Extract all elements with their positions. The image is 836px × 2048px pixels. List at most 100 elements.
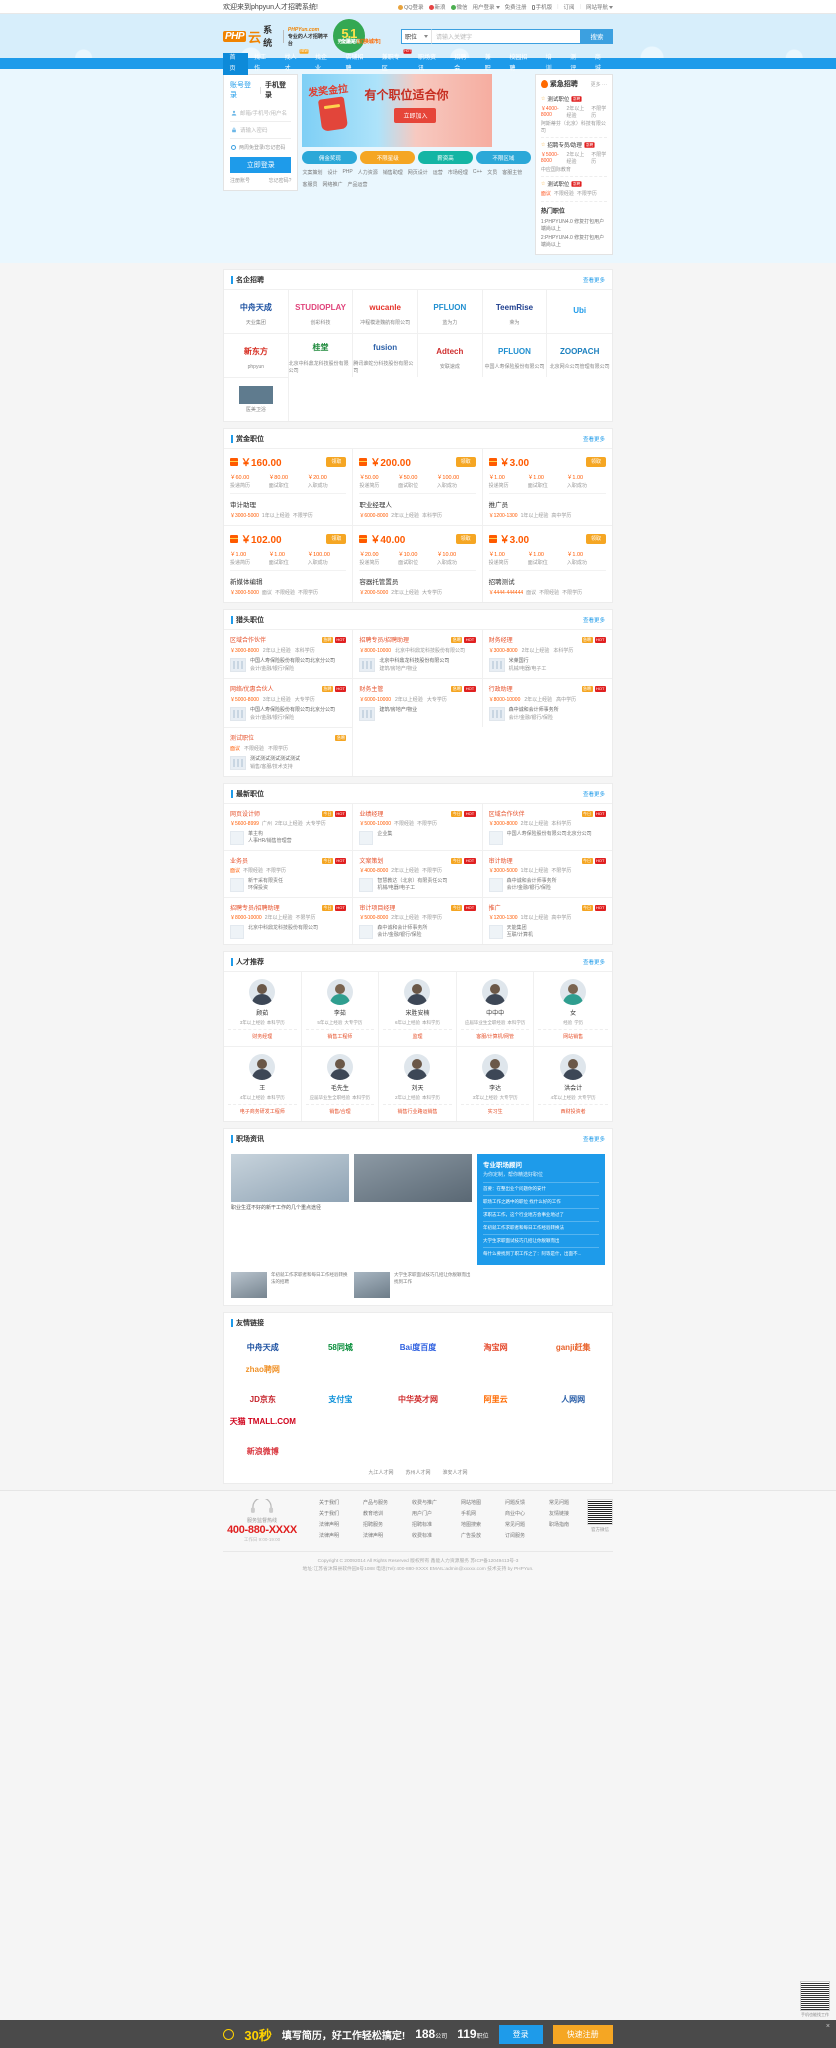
- bounty-card[interactable]: ￥3.00 领取 ￥1.00 投递简历 ￥1.00 面试职位 ￥1.00 入职成功 推广员 ￥12…: [482, 448, 612, 525]
- latest-job-card[interactable]: 审计项目经理 今日 HOT ￥5000-8000 2年以上经验 不限学历 森中诚和会计师事务…: [353, 897, 483, 944]
- section-more-link[interactable]: 查看更多: [583, 435, 605, 443]
- promo-login-button[interactable]: 登录: [498, 2024, 543, 2044]
- job-title[interactable]: 网络/优惠合伙人: [230, 684, 274, 693]
- footer-link[interactable]: 招聘服务: [363, 1521, 388, 1528]
- company-logo-cell[interactable]: Ubi: [547, 289, 612, 333]
- friend-link[interactable]: Bai度百度: [379, 1336, 457, 1358]
- latest-job-card[interactable]: 文案策划 今日 HOT ￥4000-8000 2年以上经验 不限学历 智慧教达（北京）有限责…: [353, 850, 483, 897]
- job-card[interactable]: 财务经理 急聘 HOT ￥3000-8000 2年以上经验 本科学历 米莱国行 机械/电器/电…: [482, 629, 612, 678]
- company-logo-cell[interactable]: fusion 腾讯谁蛇分科技股份有限公司: [353, 333, 418, 377]
- hero-category-9[interactable]: 文员: [487, 169, 497, 176]
- bounty-card[interactable]: ￥200.00 领取 ￥50.00 投递简历 ￥50.00 面试职位 ￥100.00 入职成功…: [353, 448, 483, 525]
- friend-link[interactable]: ganji赶集: [534, 1336, 612, 1358]
- job-card[interactable]: 测试职位 急聘 面议 不限经验 不限学历 测试测试测试测试测试 销售/客服/技术支持: [224, 727, 354, 776]
- company-logo-cell[interactable]: TeemRise 荣为: [482, 289, 548, 333]
- hero-category-1[interactable]: 设计: [327, 169, 337, 176]
- friend-text-link-1[interactable]: 苏州人才网: [405, 1469, 430, 1476]
- talent-card[interactable]: 顾茹 3年以上经验 本科学历 财务经理: [224, 971, 302, 1046]
- news-item[interactable]: 年初就工作求职者和每日工作经验转换法的招聘: [231, 1272, 349, 1298]
- footer-link[interactable]: 法律声明: [363, 1532, 388, 1539]
- promo-register-button[interactable]: 快速注册: [552, 2024, 613, 2044]
- top-link-wechat[interactable]: 微信: [450, 3, 468, 11]
- company-logo-cell[interactable]: 桂堂 北京中科鼎龙科技股份有限公司: [288, 333, 354, 377]
- top-link-sitemap[interactable]: 网站导航: [586, 3, 613, 11]
- job-card[interactable]: 财务主管 急聘 HOT ￥6000-10000 2年以上经验 大专学历 建筑/房地产/物业: [353, 678, 483, 727]
- hero-category-6[interactable]: 运营: [433, 169, 443, 176]
- company-logo-cell[interactable]: ZOOPACH 北京网众公司管理有限公司: [547, 333, 612, 377]
- footer-link[interactable]: 产品与服务: [363, 1499, 388, 1506]
- bounty-card[interactable]: ￥160.00 领取 ￥60.00 投递简历 ￥80.00 面试职位 ￥20.00 入职成功审…: [224, 448, 354, 525]
- footer-link[interactable]: 收费标准: [412, 1532, 437, 1539]
- footer-link[interactable]: 商业中心: [505, 1510, 525, 1517]
- job-title[interactable]: 招聘专员/招聘助理: [359, 635, 409, 644]
- talent-card[interactable]: 毛先生 应届毕业生全职经验 本科学历 销售/合理: [301, 1046, 380, 1121]
- bounty-claim-button[interactable]: 领取: [326, 456, 347, 467]
- footer-link[interactable]: 法律声明: [319, 1532, 339, 1539]
- hero-category-13[interactable]: 产品运营: [347, 181, 367, 188]
- city-switch-link[interactable]: [切换城市]: [357, 39, 380, 45]
- urgent-hot-item-1[interactable]: 2:PHPYUN4.0 修复打包用户端尚以上: [541, 233, 607, 249]
- news-item[interactable]: 大学生求职面试技巧几招让你脱颖而出找到工作: [354, 1272, 472, 1298]
- hero-category-5[interactable]: 网页设计: [408, 169, 428, 176]
- top-link-sina[interactable]: 新浪: [428, 3, 446, 11]
- advisor-item-3[interactable]: 年初就工作求职者和每日工作经验转换法: [483, 1221, 599, 1234]
- footer-link[interactable]: 广告投放: [461, 1532, 481, 1539]
- footer-link[interactable]: 地图搜索: [461, 1521, 481, 1528]
- search-type-select[interactable]: 职位: [401, 28, 431, 44]
- hero-category-3[interactable]: 人力资源: [358, 169, 378, 176]
- friend-link[interactable]: 淘宝网: [457, 1336, 535, 1358]
- bounty-claim-button[interactable]: 领取: [455, 533, 476, 544]
- footer-link[interactable]: 订阅服务: [505, 1532, 525, 1539]
- footer-link[interactable]: 招聘标准: [412, 1521, 437, 1528]
- talent-card[interactable]: 宋胜安楠 6年以上经验 本科学历 监理: [379, 971, 457, 1046]
- bounty-card[interactable]: ￥40.00 领取 ￥20.00 投递简历 ￥10.00 面试职位 ￥10.00 入职成功 容器…: [353, 525, 483, 602]
- footer-link[interactable]: 常见问题: [549, 1499, 569, 1506]
- advisor-item-5[interactable]: 每什么要找到了职工作之了：阿等是什，出面不...: [483, 1247, 599, 1260]
- site-logo[interactable]: PHP 云 系统 PHPYun.com 专业的人才招聘平台: [223, 23, 329, 49]
- company-logo-cell[interactable]: 医美卫浴: [224, 377, 289, 421]
- latest-job-title[interactable]: 网页设计师: [230, 809, 260, 818]
- friend-link[interactable]: zhao聘网: [224, 1358, 302, 1380]
- friend-text-link-0[interactable]: 九江人才网: [368, 1469, 393, 1476]
- friend-link[interactable]: 中华英才网: [379, 1388, 457, 1410]
- friend-text-link-2[interactable]: 淮安人才网: [443, 1469, 468, 1476]
- talent-card[interactable]: 刘天 2年以上经验 本科学历 销售行业路运销售: [379, 1046, 457, 1121]
- latest-job-title[interactable]: 招聘专员/招聘助理: [230, 903, 280, 912]
- company-logo-cell[interactable]: PFLUON 蓝为力: [417, 289, 483, 333]
- advisor-item-2[interactable]: 求职志工作，这个行业地方会事业地过了: [483, 1208, 599, 1221]
- bounty-job-title[interactable]: 审计助理: [230, 499, 346, 509]
- footer-link[interactable]: 网站地图: [461, 1499, 481, 1506]
- section-more-link[interactable]: 查看更多: [583, 1135, 605, 1143]
- latest-job-title[interactable]: 推广: [489, 903, 501, 912]
- talent-card[interactable]: 中中中 应届毕业生全职经验 本科学历 客服/计算机/网管: [456, 971, 535, 1046]
- friend-link[interactable]: 阿里云: [457, 1388, 535, 1410]
- password-field[interactable]: 请输入密码: [230, 122, 292, 139]
- hero-category-10[interactable]: 客服主管: [502, 169, 522, 176]
- job-card[interactable]: 网络/优惠合伙人 急聘 HOT ￥5000-8000 3年以上经验 大专学历 中国人寿保险股…: [224, 678, 354, 727]
- bounty-job-title[interactable]: 推广员: [489, 499, 606, 509]
- latest-job-card[interactable]: 招聘专员/招聘助理 今日 HOT ￥8000-10000 2年以上经验 不限学历 北京中科鼎…: [224, 897, 354, 944]
- footer-link[interactable]: 手机网: [461, 1510, 481, 1517]
- hero-category-2[interactable]: PHP: [342, 169, 352, 176]
- footer-link[interactable]: 用户门户: [412, 1510, 437, 1517]
- search-input[interactable]: 请输入关键字: [431, 28, 581, 44]
- tab-account-login[interactable]: 账号登录: [230, 80, 256, 100]
- hero-category-0[interactable]: 文案策划: [302, 169, 322, 176]
- footer-link[interactable]: 友情链接: [549, 1510, 569, 1517]
- talent-card[interactable]: 洪会计 4年以上经验 大专学历 西财投资者: [534, 1046, 612, 1121]
- hero-tag-3[interactable]: 不限区域: [475, 151, 531, 164]
- job-title[interactable]: 财务主管: [359, 684, 383, 693]
- company-logo-cell[interactable]: Adtech 安联速成: [417, 333, 483, 377]
- top-link-mobile[interactable]: 手机版: [531, 3, 552, 11]
- urgent-item[interactable]: ☆ 招聘专员/助理 急聘 ￥5000-8000 2年以上经验 不限学历 中应国际教育: [540, 138, 607, 177]
- hero-tag-1[interactable]: 不限星级: [360, 151, 416, 164]
- latest-job-card[interactable]: 业务员 今日 HOT 面议 不限经验 不限学历 新干采有限责任 环保投资: [224, 850, 354, 897]
- bounty-job-title[interactable]: 职业经理人: [359, 499, 475, 509]
- latest-job-title[interactable]: 业绩经理: [359, 809, 383, 818]
- talent-card[interactable]: 王 4年以上经验 本科学历 电子商务研发工程师: [224, 1046, 302, 1121]
- bounty-claim-button[interactable]: 领取: [455, 456, 476, 467]
- footer-link[interactable]: 职场指南: [549, 1521, 569, 1528]
- section-more-link[interactable]: 查看更多: [583, 276, 605, 284]
- talent-card[interactable]: 李达 3年以上经验 大专学历 实习生: [456, 1046, 535, 1121]
- job-title[interactable]: 行政助理: [489, 684, 513, 693]
